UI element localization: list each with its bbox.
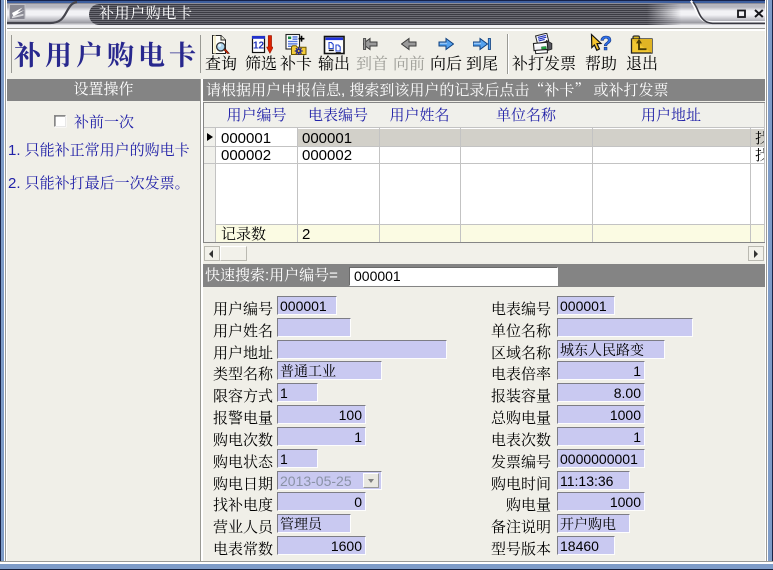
svg-text:12: 12 bbox=[253, 41, 265, 52]
